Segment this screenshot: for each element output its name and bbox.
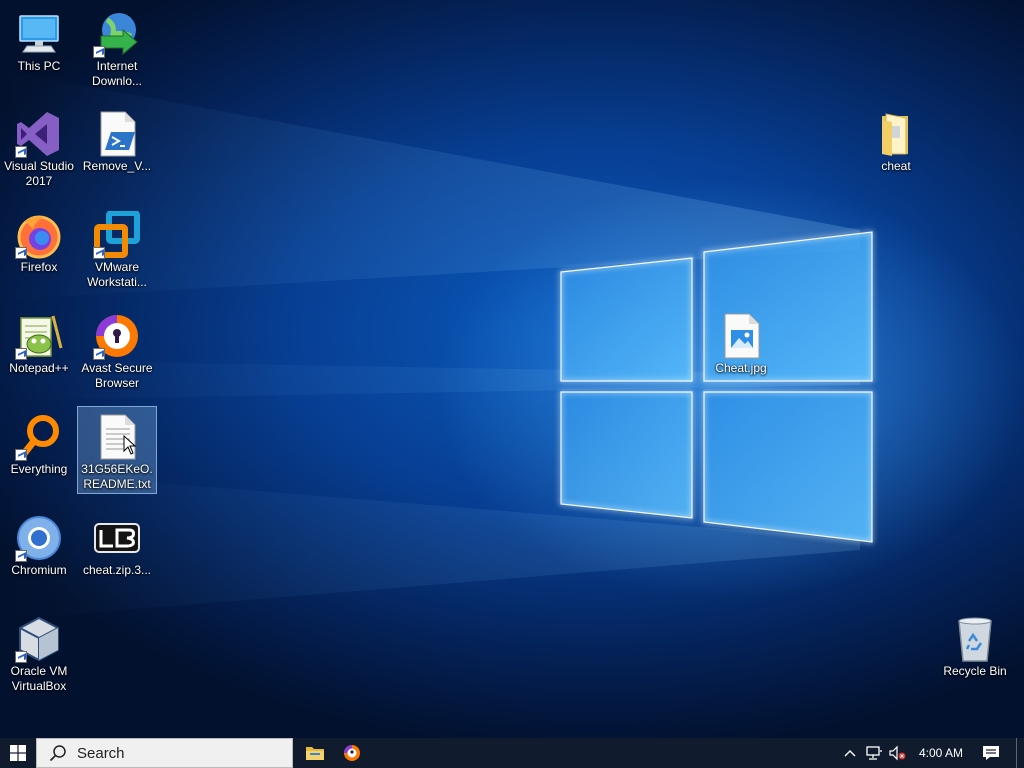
- windows-logo-icon: [10, 745, 26, 761]
- shortcut-arrow-icon: [93, 247, 105, 259]
- taskbar: 4:00 AM: [0, 738, 1024, 768]
- taskbar-file-explorer[interactable]: [298, 738, 332, 768]
- taskbar-avast-secure-browser[interactable]: [335, 738, 369, 768]
- desktop-icon-notepad-plus-plus[interactable]: Notepad++: [0, 306, 78, 377]
- action-center-button[interactable]: [976, 738, 1006, 768]
- desktop-icon-recycle-bin[interactable]: Recycle Bin: [936, 609, 1014, 680]
- shortcut-arrow-icon: [15, 449, 27, 461]
- visual-studio-icon: [15, 110, 63, 158]
- vmware-icon: [93, 210, 141, 259]
- shortcut-arrow-icon: [93, 46, 105, 58]
- show-hidden-icons-button[interactable]: [840, 738, 860, 768]
- desktop-icon-visual-studio-2017[interactable]: Visual Studio 2017: [0, 104, 78, 190]
- recycle-bin-icon: [951, 615, 999, 663]
- shortcut-arrow-icon: [15, 651, 27, 663]
- image-file-icon: [717, 312, 765, 360]
- desktop-icon-chromium[interactable]: Chromium: [0, 508, 78, 579]
- taskbar-search-box[interactable]: [36, 738, 293, 768]
- desktop-icon-cheat-jpg[interactable]: Cheat.jpg: [702, 306, 780, 377]
- avast-browser-icon: [344, 745, 360, 761]
- desktop[interactable]: This PC Visual Studio 2017 Firefox Notep…: [0, 0, 1024, 738]
- desktop-icon-firefox[interactable]: Firefox: [0, 205, 78, 276]
- shortcut-arrow-icon: [15, 247, 27, 259]
- chevron-up-icon: [844, 750, 856, 757]
- shortcut-arrow-icon: [15, 348, 27, 360]
- everything-search-icon: [15, 413, 63, 461]
- desktop-icon-this-pc[interactable]: This PC: [0, 4, 78, 75]
- desktop-icon-cheat-zip[interactable]: cheat.zip.3...: [78, 508, 156, 579]
- start-button[interactable]: [0, 738, 36, 768]
- desktop-icon-vmware-workstation[interactable]: VMware Workstati...: [78, 205, 156, 291]
- folder-icon: [872, 110, 920, 158]
- notepad-plus-plus-icon: [15, 312, 63, 360]
- desktop-icon-cheat-folder[interactable]: cheat: [857, 104, 935, 175]
- chromium-icon: [15, 514, 63, 562]
- notification-icon: [983, 746, 999, 760]
- internet-download-manager-icon: [93, 10, 141, 58]
- shortcut-arrow-icon: [15, 550, 27, 562]
- folder-icon: [306, 747, 324, 760]
- volume-muted-icon: [889, 745, 906, 761]
- desktop-icon-avast-secure-browser[interactable]: Avast Secure Browser: [78, 306, 156, 392]
- mouse-cursor-icon: [123, 435, 137, 455]
- desktop-icon-readme-txt[interactable]: 31G56EKeO.README.txt: [77, 406, 157, 494]
- avast-browser-icon: [93, 312, 141, 360]
- desktop-icon-oracle-vm-virtualbox[interactable]: Oracle VM VirtualBox: [0, 609, 78, 695]
- shortcut-arrow-icon: [93, 348, 105, 360]
- firefox-icon: [15, 211, 63, 259]
- search-icon: [49, 745, 66, 762]
- show-desktop-button[interactable]: [1016, 738, 1024, 768]
- volume-button[interactable]: [886, 738, 908, 768]
- network-icon: [866, 746, 882, 760]
- this-pc-icon: [15, 10, 63, 58]
- lb-archive-icon: [93, 514, 141, 562]
- clock-time: 4:00 AM: [918, 746, 964, 760]
- network-status-button[interactable]: [863, 738, 885, 768]
- desktop-icon-internet-download-manager[interactable]: Internet Downlo...: [78, 4, 156, 90]
- taskbar-clock[interactable]: 4:00 AM: [912, 738, 970, 768]
- search-input[interactable]: [75, 743, 279, 763]
- shortcut-arrow-icon: [15, 146, 27, 158]
- text-file-icon: [93, 413, 141, 461]
- desktop-icon-remove-v[interactable]: Remove_V...: [78, 104, 156, 175]
- powershell-script-icon: [93, 110, 141, 158]
- desktop-icon-everything[interactable]: Everything: [0, 407, 78, 478]
- virtualbox-icon: [15, 615, 63, 663]
